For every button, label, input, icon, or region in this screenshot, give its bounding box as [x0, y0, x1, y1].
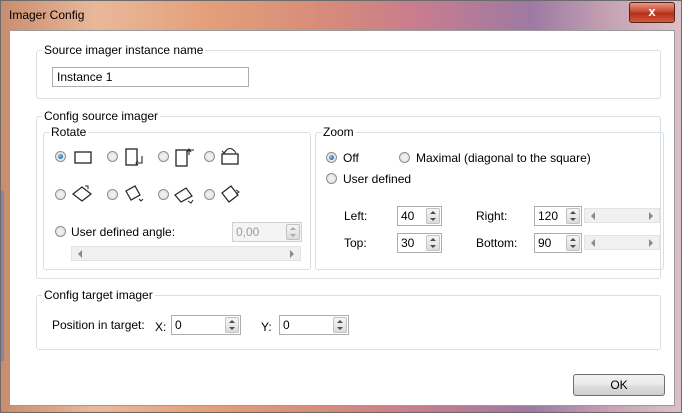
position-in-target-label: Position in target: — [52, 318, 145, 332]
target-y-value: 0 — [283, 318, 290, 332]
rotate-90-ccw-icon — [175, 148, 194, 167]
zoom-user-defined-label: User defined — [343, 172, 412, 186]
zoom-right-spin-buttons[interactable] — [566, 208, 580, 224]
scroll-left-icon[interactable] — [78, 250, 82, 258]
window-edge-highlight — [1, 191, 4, 361]
zoom-left-value: 40 — [401, 209, 415, 223]
zoom-right-scrollbar[interactable] — [584, 208, 660, 223]
scroll-left-icon[interactable] — [591, 239, 595, 247]
zoom-user-defined-radio[interactable] — [326, 173, 337, 184]
zoom-top-value: 30 — [401, 236, 415, 250]
zoom-top-label: Top: — [344, 236, 367, 250]
zoom-maximal-label: Maximal (diagonal to the square) — [416, 151, 591, 165]
zoom-right-label: Right: — [476, 209, 508, 223]
scroll-right-icon[interactable] — [649, 212, 653, 220]
target-x-spin-buttons[interactable] — [225, 317, 239, 333]
config-source-legend: Config source imager — [42, 109, 161, 123]
zoom-off-label: Off — [343, 151, 359, 165]
rotate-90-cw-icon — [125, 148, 143, 166]
zoom-left-label: Left: — [344, 209, 368, 223]
target-y-label: Y: — [261, 320, 272, 334]
angle-spin-buttons[interactable] — [286, 224, 300, 240]
zoom-bottom-scrollbar[interactable] — [584, 235, 660, 250]
rotate-none-radio[interactable] — [55, 151, 66, 162]
rotate-user-defined-radio[interactable] — [55, 226, 66, 237]
zoom-left-spin-buttons[interactable] — [426, 208, 440, 224]
target-y-spin-buttons[interactable] — [333, 317, 347, 333]
ok-button[interactable]: OK — [573, 374, 665, 396]
zoom-right-spinner[interactable]: 120 — [534, 206, 582, 226]
scroll-left-icon[interactable] — [591, 212, 595, 220]
zoom-right-value: 120 — [538, 209, 559, 223]
zoom-bottom-value: 90 — [538, 236, 552, 250]
target-x-spinner[interactable]: 0 — [171, 315, 241, 335]
zoom-bottom-spinner[interactable]: 90 — [534, 233, 582, 253]
target-x-label: X: — [155, 320, 167, 334]
zoom-maximal-radio[interactable] — [399, 152, 410, 163]
rotate-legend: Rotate — [49, 125, 89, 139]
zoom-legend: Zoom — [321, 125, 356, 139]
target-y-spinner[interactable]: 0 — [279, 315, 349, 335]
zoom-bottom-spin-buttons[interactable] — [566, 235, 580, 251]
angle-value: 0,00 — [236, 225, 260, 239]
rotate-diag-2-icon — [125, 185, 144, 202]
instance-name-input[interactable]: Instance 1 — [52, 67, 249, 87]
config-target-legend: Config target imager — [42, 288, 155, 302]
rotate-180-icon — [221, 147, 239, 165]
zoom-off-radio[interactable] — [326, 152, 337, 163]
rotate-90-ccw-radio[interactable] — [158, 151, 169, 162]
scroll-right-icon[interactable] — [290, 250, 294, 258]
user-defined-angle-label: User defined angle: — [71, 225, 176, 239]
zoom-bottom-label: Bottom: — [476, 236, 518, 250]
rotate-diag-3-radio[interactable] — [158, 189, 169, 200]
title-bar[interactable]: Imager Config x — [1, 1, 681, 29]
rotate-diag-1-icon — [72, 185, 92, 202]
dialog-client-area: Source imager instance name Instance 1 C… — [9, 30, 675, 406]
rotate-diag-2-radio[interactable] — [107, 189, 118, 200]
rotate-180-radio[interactable] — [204, 151, 215, 162]
rotate-diag-4-icon — [221, 185, 240, 203]
source-name-legend: Source imager instance name — [42, 43, 206, 57]
window-title: Imager Config — [9, 8, 85, 22]
angle-scrollbar[interactable] — [71, 246, 301, 261]
close-button[interactable]: x — [629, 2, 675, 23]
scroll-right-icon[interactable] — [649, 239, 653, 247]
zoom-left-spinner[interactable]: 40 — [397, 206, 442, 226]
rotate-diag-4-radio[interactable] — [204, 189, 215, 200]
zoom-top-spinner[interactable]: 30 — [397, 233, 442, 253]
rotate-none-icon — [74, 151, 92, 164]
zoom-top-spin-buttons[interactable] — [426, 235, 440, 251]
rotate-90-cw-radio[interactable] — [107, 151, 118, 162]
user-defined-angle-spinner[interactable]: 0,00 — [232, 222, 302, 242]
imager-config-window: Imager Config x Source imager instance n… — [0, 0, 682, 413]
target-x-value: 0 — [175, 318, 182, 332]
rotate-diag-3-icon — [174, 187, 194, 204]
rotate-diag-1-radio[interactable] — [55, 189, 66, 200]
